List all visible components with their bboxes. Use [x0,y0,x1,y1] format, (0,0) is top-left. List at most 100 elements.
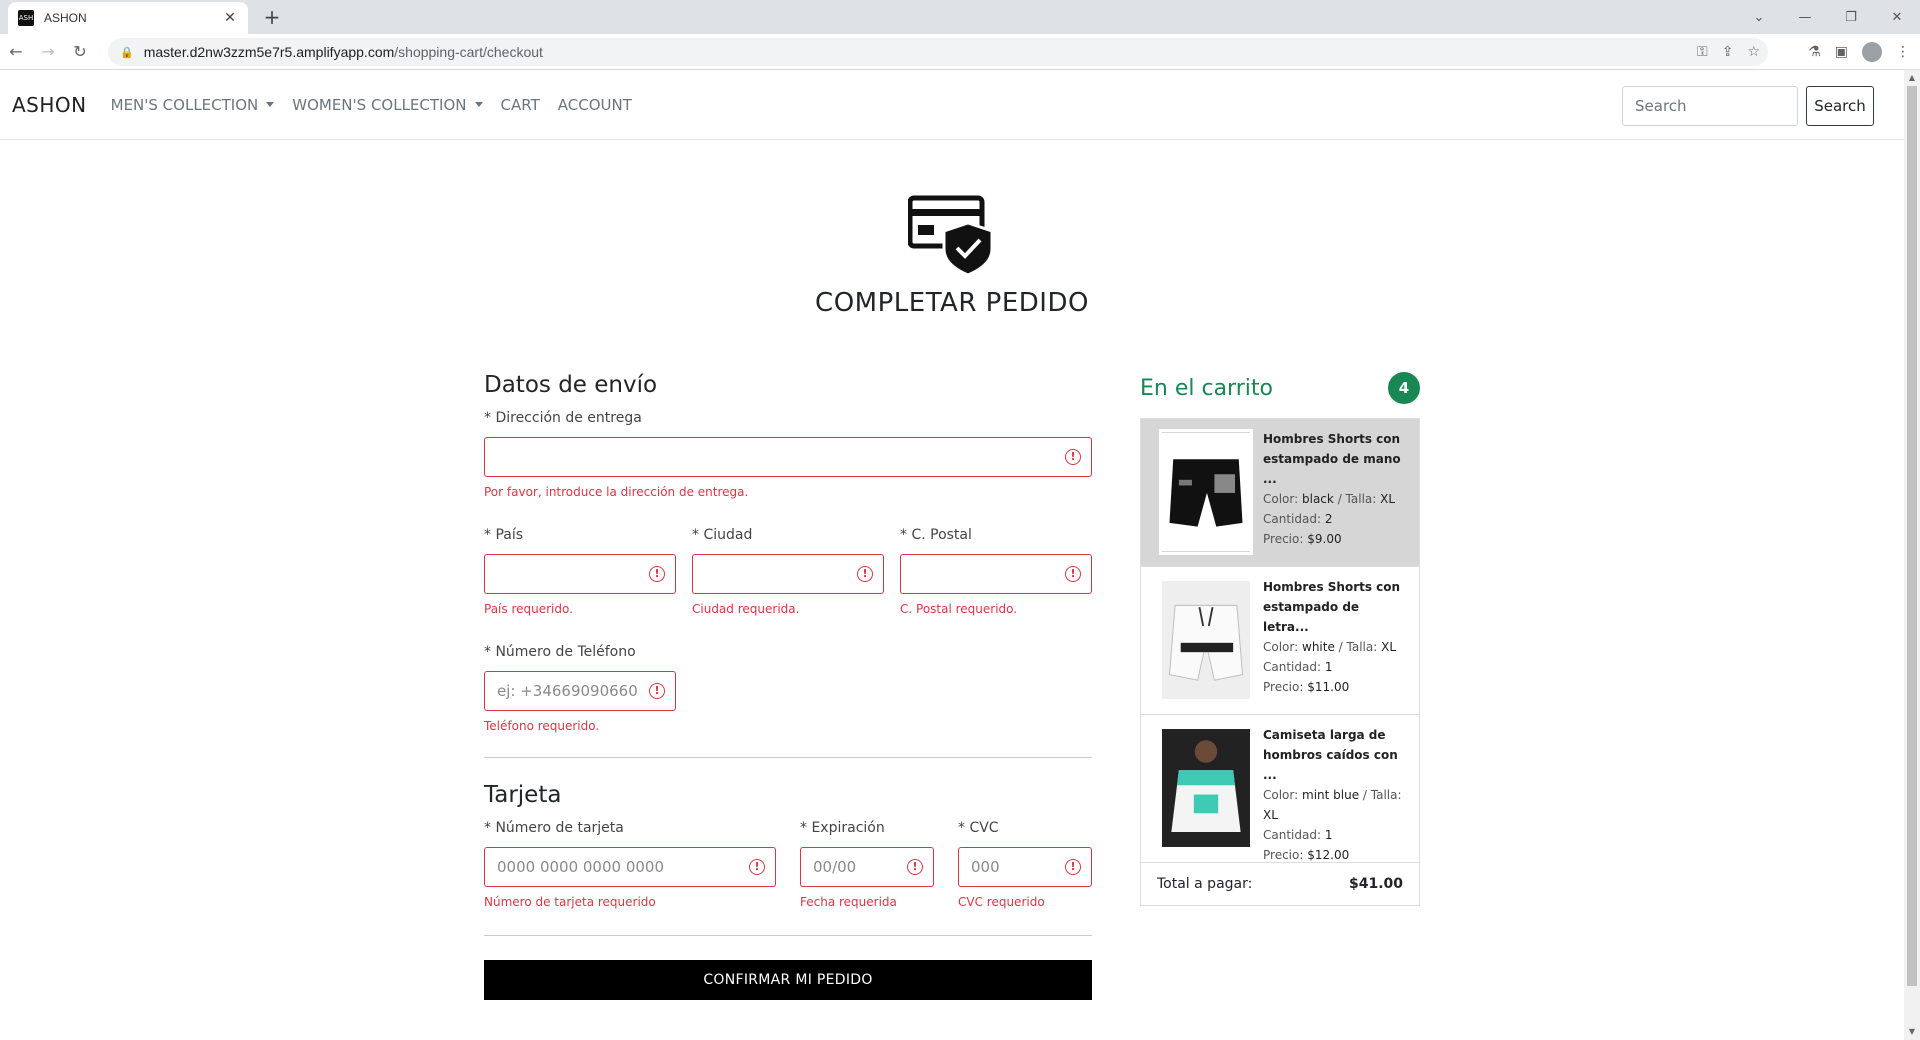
page-scrollbar[interactable]: ▲ ▼ [1904,70,1920,1040]
phone-error: Teléfono requerido. [484,719,600,733]
postal-group: * C. Postal ! C. Postal requerido. [900,527,1092,616]
country-error: País requerido. [484,602,573,616]
close-window-icon[interactable]: ✕ [1874,10,1920,25]
nav-mens-collection[interactable]: MEN'S COLLECTION [111,96,275,114]
forward-icon[interactable]: → [32,42,64,61]
cart-total: Total a pagar: $41.00 [1141,863,1419,905]
country-field-wrapper: ! [484,554,676,594]
search-button[interactable]: Search [1806,86,1874,126]
address-label: * Dirección de entrega [484,410,642,426]
cart-item-name: Hombres Shorts con estampado de letra... [1263,580,1401,634]
expiry-error: Fecha requerida [800,895,897,909]
address-field-wrapper: ! [484,437,1092,477]
scroll-down-arrow-icon[interactable]: ▼ [1904,1024,1920,1040]
card-number-label: * Número de tarjeta [484,820,624,836]
cart-item-info: Hombres Shorts con estampado de letra...… [1263,577,1403,704]
card-heading: Tarjeta [484,782,562,808]
product-thumbnail [1159,577,1253,703]
city-input[interactable] [693,555,883,593]
reload-icon[interactable]: ↻ [64,42,96,61]
chevron-down-icon [474,102,483,107]
cart-item-qty: 2 [1324,512,1333,526]
cart-item-color: white [1302,640,1335,654]
side-panel-icon[interactable]: ▣ [1835,44,1848,60]
cart-item-price: $12.00 [1307,848,1350,862]
secure-payment-card-icon [908,195,994,275]
page-title: COMPLETAR PEDIDO [815,288,1089,318]
cart-item[interactable]: Camiseta larga de hombros caídos con ...… [1141,715,1419,863]
error-icon: ! [857,566,873,582]
cart-header: En el carrito 4 [1140,372,1420,404]
cart-item[interactable]: Hombres Shorts con estampado de letra...… [1141,567,1419,715]
card-row: * Número de tarjeta ! Número de tarjeta … [484,820,1092,909]
back-icon[interactable]: ← [0,42,32,61]
cart-summary: En el carrito 4 Hombres Shorts con estam… [1140,372,1420,906]
cart-item[interactable]: Hombres Shorts con estampado de mano ...… [1141,419,1419,567]
favicon-icon: ASH [18,10,34,26]
error-icon: ! [649,683,665,699]
phone-group: * Número de Teléfono ! Teléfono requerid… [484,644,676,733]
city-error: Ciudad requerida. [692,602,800,616]
city-field-wrapper: ! [692,554,884,594]
phone-label: * Número de Teléfono [484,644,636,660]
profile-avatar-icon[interactable] [1862,42,1882,62]
cart-item-size: XL [1380,492,1396,506]
extensions-icon[interactable]: ⚗ [1808,44,1821,60]
window-controls: ⌄ — ❐ ✕ [1736,0,1920,34]
card-number-error: Número de tarjeta requerido [484,895,656,909]
city-label: * Ciudad [692,527,753,543]
expiry-field-wrapper: ! [800,847,934,887]
address-input[interactable] [485,438,1091,476]
card-number-input[interactable] [485,848,775,886]
browser-tabbar: ASH ASHON ✕ + ⌄ — ❐ ✕ [0,0,1920,34]
cart-item-name: Hombres Shorts con estampado de mano ... [1263,432,1401,486]
key-icon[interactable]: ⚿ [1697,44,1708,60]
restore-icon[interactable]: ❐ [1828,10,1874,25]
cart-item-price: $11.00 [1307,680,1350,694]
section-divider [484,935,1092,936]
expiry-label: * Expiración [800,820,885,836]
error-icon: ! [649,566,665,582]
brand-logo[interactable]: ASHON [12,93,87,117]
cart-item-color: mint blue [1302,788,1360,802]
cart-item-size: XL [1381,640,1397,654]
expiry-group: * Expiración ! Fecha requerida [800,820,934,909]
card-number-field-wrapper: ! [484,847,776,887]
cart-item-info: Camiseta larga de hombros caídos con ...… [1263,725,1403,862]
cvc-group: * CVC ! CVC requerido [958,820,1092,909]
tab-search-icon[interactable]: ⌄ [1736,10,1782,25]
cart-count-badge: 4 [1388,372,1420,404]
confirm-order-button[interactable]: CONFIRMAR MI PEDIDO [484,960,1092,1000]
menu-kebab-icon[interactable]: ⋮ [1896,44,1910,60]
country-label: * País [484,527,524,543]
address-bar[interactable]: 🔒 master.d2nw3zzm5e7r5.amplifyapp.com/sh… [108,38,1768,66]
scroll-up-arrow-icon[interactable]: ▲ [1904,70,1920,86]
new-tab-icon[interactable]: + [260,5,284,29]
country-input[interactable] [485,555,675,593]
share-icon[interactable]: ⇪ [1722,44,1734,60]
nav-cart[interactable]: CART [501,96,540,114]
minimize-icon[interactable]: — [1782,10,1828,25]
postal-input[interactable] [901,555,1091,593]
nav-account[interactable]: ACCOUNT [558,96,632,114]
browser-tab[interactable]: ASH ASHON ✕ [8,2,248,34]
tab-title: ASHON [44,11,87,25]
cart-item-size: XL [1263,808,1278,822]
error-icon: ! [1065,859,1081,875]
search-input[interactable] [1622,86,1798,126]
city-group: * Ciudad ! Ciudad requerida. [692,527,884,616]
checkout-form: Datos de envío * Dirección de entrega ! … [484,372,1092,1000]
lock-icon[interactable]: 🔒 [120,46,134,59]
cart-item-info: Hombres Shorts con estampado de mano ...… [1263,429,1403,556]
cvc-label: * CVC [958,820,999,836]
bookmark-star-icon[interactable]: ☆ [1747,44,1760,60]
scroll-thumb[interactable] [1907,86,1917,986]
nav-womens-collection[interactable]: WOMEN'S COLLECTION [292,96,483,114]
section-divider [484,757,1092,758]
url-text: master.d2nw3zzm5e7r5.amplifyapp.com/shop… [143,44,543,60]
cart-item-qty: 1 [1324,828,1333,842]
cart-item-color: black [1302,492,1334,506]
cart-item-name: Camiseta larga de hombros caídos con ... [1263,728,1398,782]
close-tab-icon[interactable]: ✕ [222,10,238,26]
phone-input[interactable] [485,672,675,710]
